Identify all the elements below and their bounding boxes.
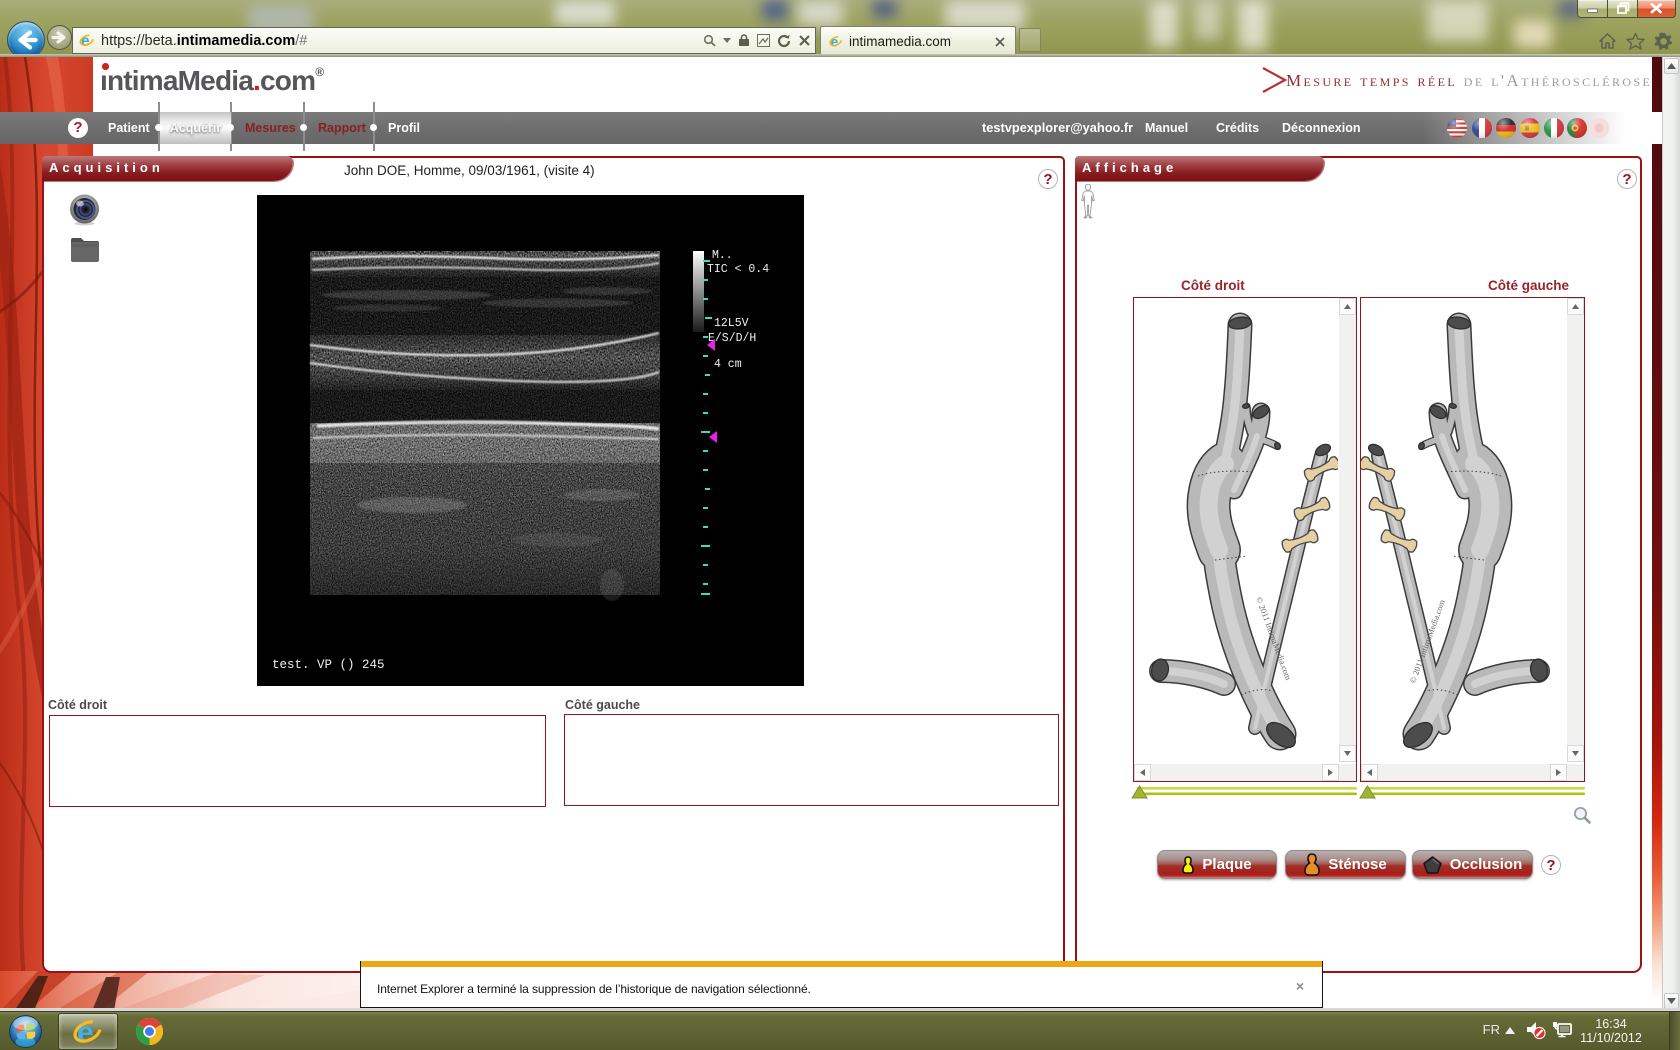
svg-text:E/S/D/H: E/S/D/H — [708, 332, 756, 345]
svg-text:test. VP () 245: test. VP () 245 — [272, 658, 385, 672]
svg-text:Mesure temps réel de l'Athéros: Mesure temps réel de l'Athérosclérose — [1286, 71, 1652, 90]
svg-text:12L5V: 12L5V — [714, 317, 749, 330]
svg-text:4 cm: 4 cm — [714, 358, 742, 371]
svg-text:M..: M.. — [712, 249, 733, 262]
svg-text:TIC < 0.4: TIC < 0.4 — [707, 263, 769, 276]
